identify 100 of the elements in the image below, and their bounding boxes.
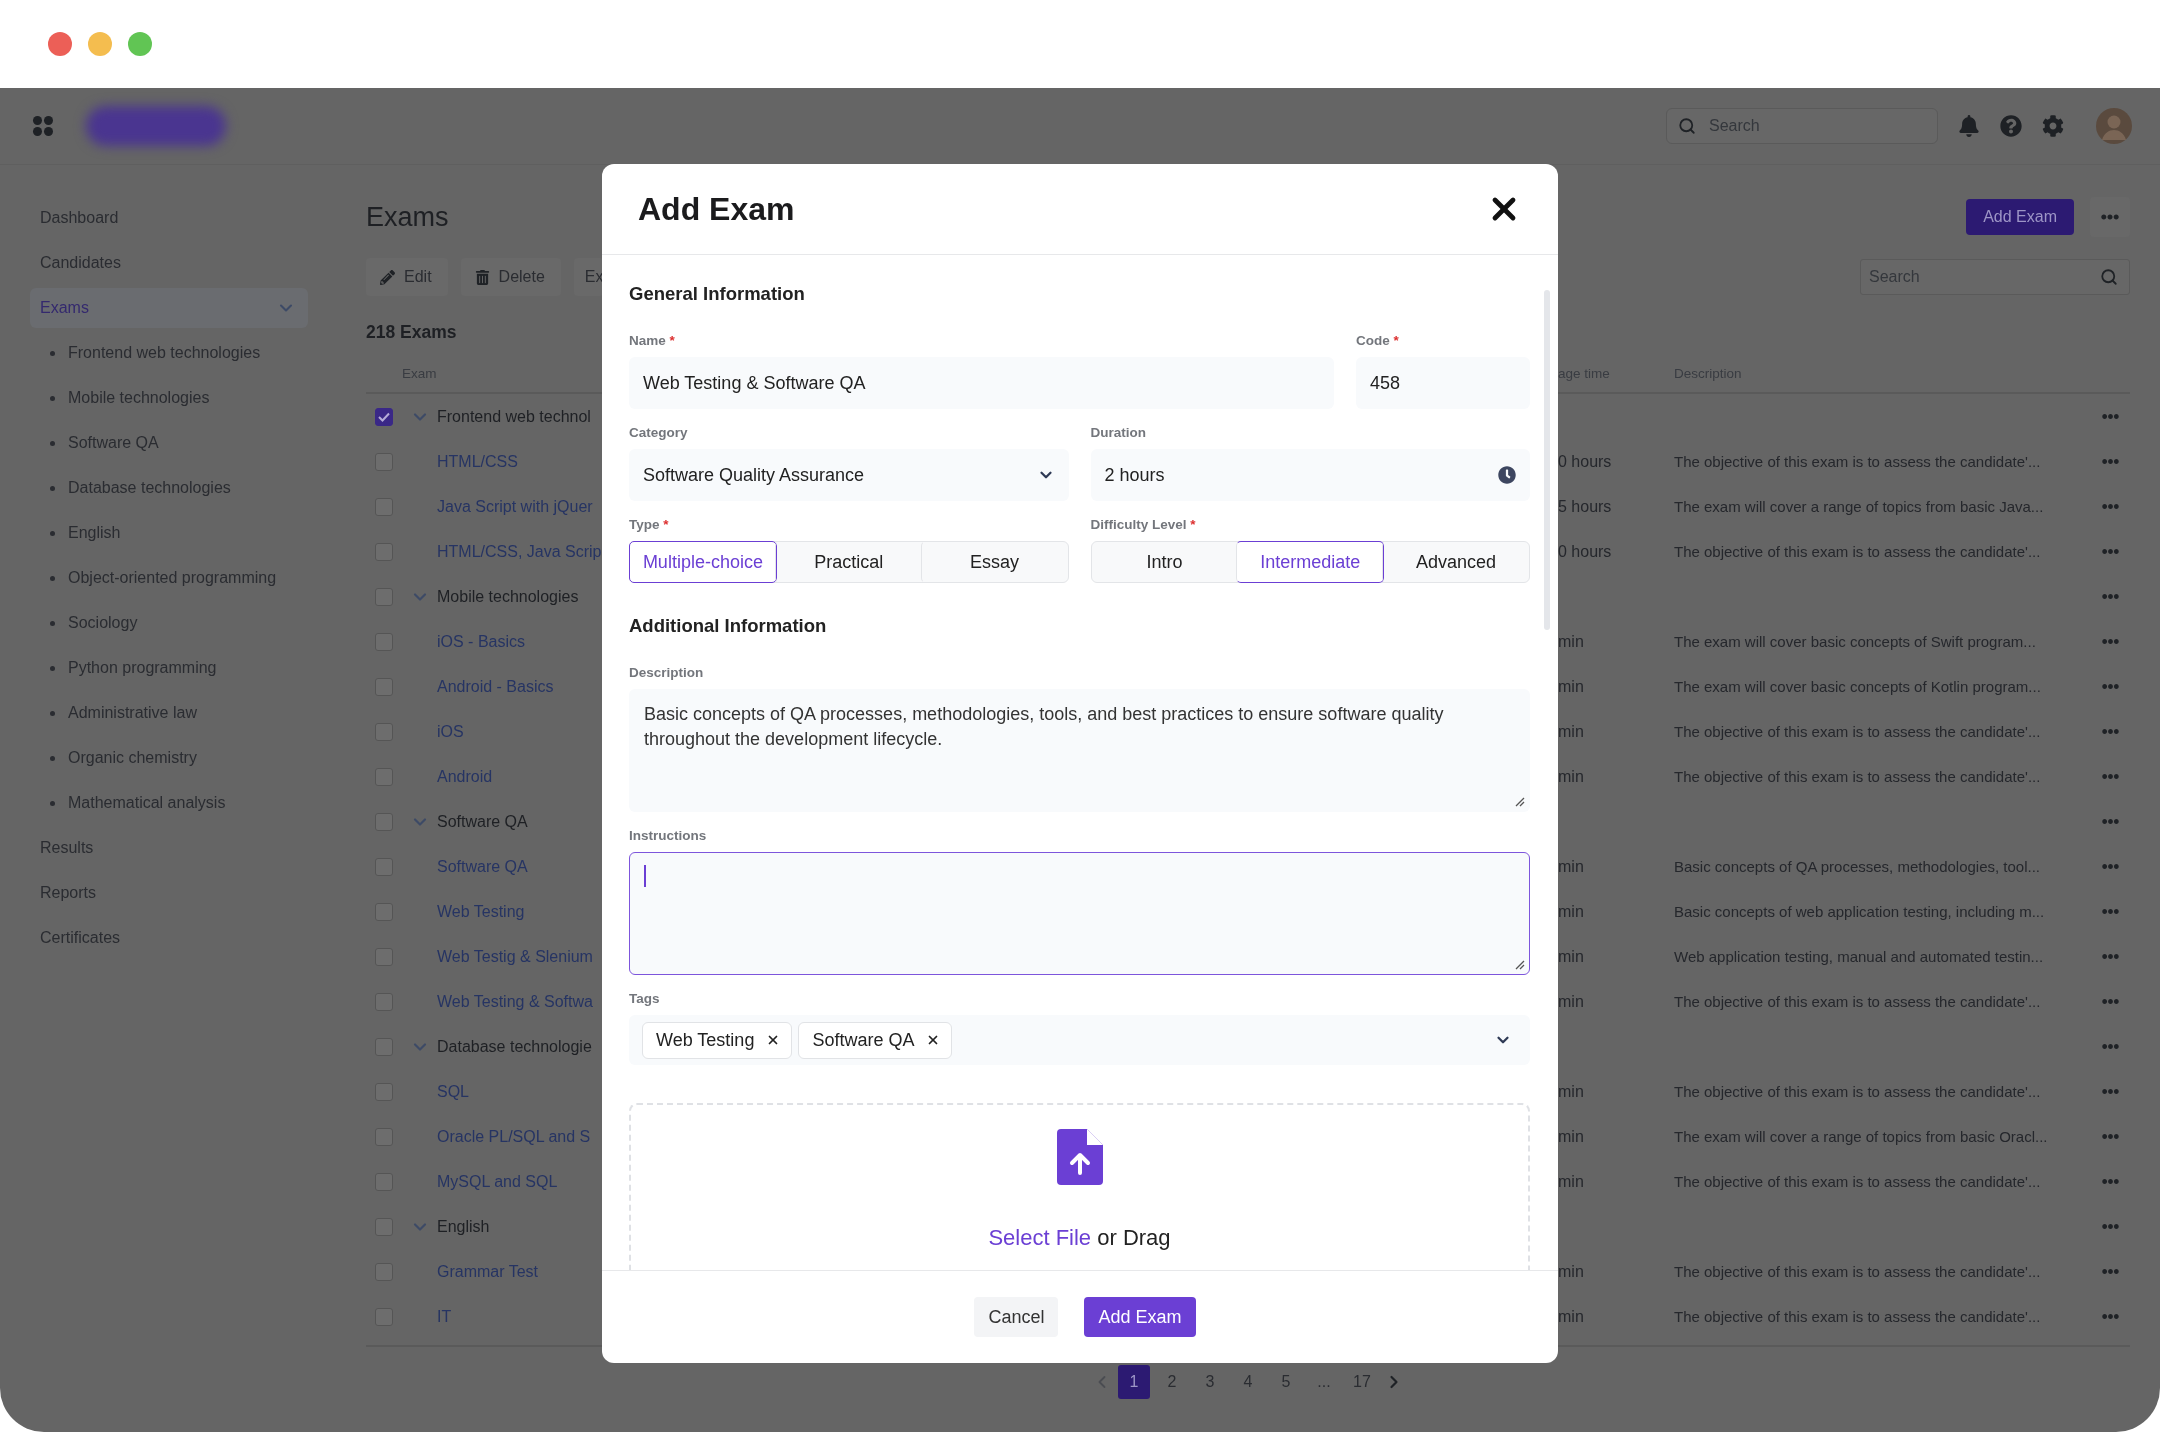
page-button[interactable]: 2 [1156,1365,1188,1399]
sidebar-subitem[interactable]: Mathematical analysis [30,783,308,823]
row-checkbox[interactable] [375,1172,393,1191]
exam-link[interactable]: iOS [437,722,464,741]
row-checkbox[interactable] [375,677,393,696]
help-icon[interactable] [2000,115,2022,137]
row-checkbox[interactable] [375,1127,393,1146]
sidebar-item[interactable]: Results [30,828,308,868]
toolbar-button[interactable]: Ex [573,258,604,296]
cancel-button[interactable]: Cancel [974,1297,1059,1337]
apps-grid-icon[interactable] [32,115,54,137]
search-icon [1678,117,1696,135]
row-checkbox[interactable] [375,452,393,471]
exam-link[interactable]: Java Script with jQuer [437,497,593,516]
exam-link[interactable]: Grammar Test [437,1262,539,1281]
name-input[interactable]: Web Testing & Software QA [629,357,1334,409]
page-button[interactable]: 3 [1194,1365,1226,1399]
segment-option[interactable]: Multiple-choice [629,541,777,583]
segment-option[interactable]: Intermediate [1236,541,1385,583]
segment-option[interactable]: Practical [774,541,923,583]
toolbar-button[interactable]: Delete [460,258,561,296]
sidebar-item[interactable]: Dashboard [30,198,308,238]
exam-link[interactable]: HTML/CSS, Java Scrip [437,542,602,561]
window-zoom-button[interactable] [128,32,152,56]
exam-link[interactable]: iOS - Basics [437,632,525,651]
row-checkbox[interactable] [375,812,393,831]
exam-link[interactable]: HTML/CSS [437,452,518,471]
sidebar-subitem[interactable]: Object-oriented programming [30,558,308,598]
resize-handle-icon[interactable] [1513,795,1525,807]
page-button[interactable]: 1 [1118,1365,1150,1399]
section-heading: General Information [629,283,805,305]
sidebar-subitem[interactable]: Sociology [30,603,308,643]
exam-link[interactable]: MySQL and SQL [437,1172,558,1191]
sidebar-subitem[interactable]: Database technologies [30,468,308,508]
tags-select[interactable]: Web Testing Software QA [629,1015,1530,1065]
bell-icon[interactable] [1958,115,1980,137]
bullet-icon [50,440,55,446]
submit-button[interactable]: Add Exam [1084,1297,1196,1337]
table-cell: The exam will cover basic concepts of Swift program... [1674,633,2036,650]
exam-link[interactable]: Software QA [437,857,528,876]
row-checkbox[interactable] [375,767,393,786]
sidebar-subitem[interactable]: Python programming [30,648,308,688]
row-checkbox[interactable] [375,992,393,1011]
duration-input[interactable]: 2 hours [1090,449,1530,501]
exam-link[interactable]: Android [437,767,493,786]
page-button[interactable]: 5 [1270,1365,1302,1399]
sidebar-subitem[interactable]: Software QA [30,423,308,463]
avatar[interactable] [2096,108,2132,144]
sidebar-subitem[interactable]: Organic chemistry [30,738,308,778]
category-select[interactable]: Software Quality Assurance [629,449,1069,501]
row-checkbox[interactable] [375,1037,393,1056]
row-checkbox[interactable] [375,902,393,921]
code-input[interactable]: 458 [1356,357,1530,409]
scrollbar[interactable] [1544,290,1550,630]
settings-icon[interactable] [2042,115,2064,137]
row-checkbox[interactable] [375,1262,393,1281]
row-checkbox[interactable] [375,1217,393,1236]
resize-handle-icon[interactable] [1513,958,1525,970]
window-minimize-button[interactable] [88,32,112,56]
table-cell: Web application testing, manual and automated testin... [1674,948,2044,965]
select-file-link[interactable]: Select File [988,1225,1092,1250]
sidebar-subitem[interactable]: English [30,513,308,553]
sidebar-subitem[interactable]: Administrative law [30,693,308,733]
sidebar-subitem[interactable]: Mobile technologies [30,378,308,418]
table-cell: min [1558,947,1584,966]
segment-option[interactable]: Intro [1090,541,1239,583]
page-button[interactable]: ... [1308,1365,1340,1399]
row-checkbox[interactable] [375,632,393,651]
window-close-button[interactable] [48,32,72,56]
segment-option[interactable]: Essay [920,541,1069,583]
exam-link[interactable]: Web Testig & Slenium [437,947,593,966]
sidebar-item[interactable]: Exams [30,288,308,328]
tag-chip[interactable]: Web Testing [642,1021,793,1059]
row-checkbox[interactable] [375,587,393,606]
page-button[interactable]: 17 [1346,1365,1378,1399]
row-checkbox[interactable] [375,947,393,966]
exam-link[interactable]: IT [437,1307,452,1326]
sidebar-item[interactable]: Reports [30,873,308,913]
exam-link[interactable]: Web Testing & Softwa [437,992,593,1011]
description-textarea[interactable]: Basic concepts of QA processes, methodologies, tools, and best practices to ensure software quality throughout the development lifecycle. [629,689,1530,812]
page-button[interactable]: 4 [1232,1365,1264,1399]
exam-link[interactable]: Oracle PL/SQL and S [437,1127,591,1146]
toolbar-button[interactable]: Edit [366,258,448,296]
row-checkbox[interactable] [375,1307,393,1326]
exam-link[interactable]: SQL [437,1082,469,1101]
row-checkbox[interactable] [375,1082,393,1101]
sidebar-item[interactable]: Candidates [30,243,308,283]
row-checkbox[interactable] [375,857,393,876]
row-checkbox[interactable] [375,542,393,561]
exam-link[interactable]: Web Testing [437,902,525,921]
sidebar-subitem[interactable]: Frontend web technologies [30,333,308,373]
row-checkbox[interactable] [375,722,393,741]
tag-chip[interactable]: Software QA [798,1021,953,1059]
segment-option[interactable]: Advanced [1382,541,1530,583]
sidebar-item[interactable]: Certificates [30,918,308,958]
row-checkbox[interactable] [375,407,393,426]
table-cell: The objective of this exam is to assess the candidate'... [1674,993,2041,1010]
row-checkbox[interactable] [375,497,393,516]
add-exam-button[interactable]: Add Exam [1966,199,2074,235]
exam-link[interactable]: Android - Basics [437,677,554,696]
